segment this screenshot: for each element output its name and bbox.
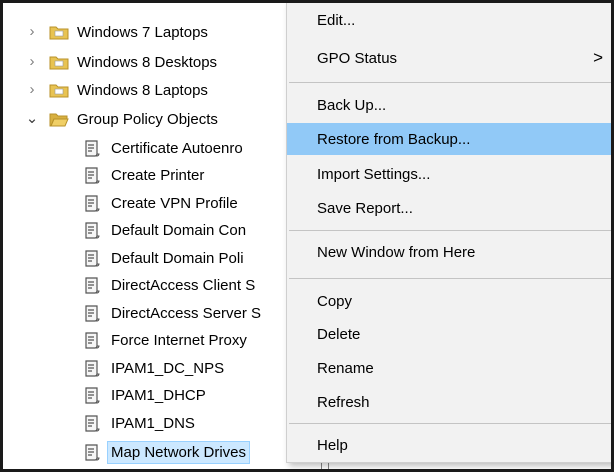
tree-item-gpo[interactable]: Create VPN Profile: [83, 188, 238, 218]
gpo-scroll-icon: [85, 277, 100, 294]
menu-item-new-window-from-here[interactable]: New Window from Here: [287, 236, 611, 268]
tree-item-label: Default Domain Con: [111, 221, 247, 239]
tree-item-label: Windows 7 Laptops: [77, 23, 208, 41]
tree-item-label: Map Network Drives: [106, 440, 251, 464]
gpo-scroll-icon: [85, 195, 100, 212]
tree-item-label: Certificate Autoenro: [111, 139, 243, 157]
menu-item-label: Help: [317, 436, 348, 454]
tree-item-label: Windows 8 Desktops: [77, 53, 218, 71]
menu-item-back-up[interactable]: Back Up...: [287, 89, 611, 121]
tree-item-gpo[interactable]: IPAM1_DNS: [83, 408, 195, 438]
tree-item-label: IPAM1_DHCP: [111, 386, 206, 404]
context-menu: Edit... GPO Status > Back Up... Restore …: [286, 3, 611, 463]
tree-item-windows-8-desktops[interactable]: › Windows 8 Desktops: [25, 47, 218, 77]
gpo-scroll-icon: [85, 305, 100, 322]
tree-item-gpo[interactable]: DirectAccess Client S: [83, 270, 255, 300]
menu-separator: [289, 278, 611, 279]
tree-item-gpo[interactable]: Certificate Autoenro: [83, 133, 243, 163]
menu-item-label: Edit...: [317, 11, 356, 29]
gpo-scroll-icon: [85, 140, 100, 157]
menu-separator: [289, 423, 611, 424]
tree-item-label: DirectAccess Client S: [111, 276, 256, 294]
tree-item-gpo-selected[interactable]: Map Network Drives: [83, 437, 251, 467]
folder-icon: [49, 56, 69, 70]
tree-item-gpo[interactable]: IPAM1_DC_NPS: [83, 353, 224, 383]
gpo-scroll-icon: [85, 167, 100, 184]
tree-item-label: Create VPN Profile: [111, 194, 238, 212]
menu-item-restore-from-backup[interactable]: Restore from Backup...: [287, 123, 611, 155]
tree-item-gpo[interactable]: Default Domain Con: [83, 215, 246, 245]
tree-item-label: Force Internet Proxy: [111, 331, 247, 349]
menu-item-label: GPO Status: [317, 49, 398, 67]
tree-item-label: Group Policy Objects: [77, 110, 218, 128]
menu-item-label: Refresh: [317, 393, 370, 411]
menu-item-label: Back Up...: [317, 96, 387, 114]
chevron-right-icon[interactable]: ›: [25, 54, 39, 69]
gpo-scroll-icon: [85, 332, 100, 349]
tree-item-label: Create Printer: [111, 166, 205, 184]
gpo-scroll-icon: [85, 444, 100, 461]
gpo-scroll-icon: [85, 250, 100, 267]
menu-item-label: Rename: [317, 359, 374, 377]
gpo-scroll-icon: [85, 222, 100, 239]
folder-icon: [49, 84, 69, 98]
tree-item-label: Default Domain Poli: [111, 249, 244, 267]
menu-item-delete[interactable]: Delete: [287, 318, 611, 350]
menu-item-help[interactable]: Help: [287, 429, 611, 461]
menu-item-rename[interactable]: Rename: [287, 352, 611, 384]
tree-item-gpo[interactable]: Default Domain Poli: [83, 243, 244, 273]
menu-item-refresh[interactable]: Refresh: [287, 386, 611, 418]
tree-item-gpo[interactable]: Force Internet Proxy: [83, 325, 247, 355]
tree-item-label: IPAM1_DNS: [111, 414, 195, 432]
submenu-arrow-icon: >: [593, 48, 603, 67]
menu-item-label: Save Report...: [317, 199, 413, 217]
tree-item-gpo[interactable]: DirectAccess Server S: [83, 298, 261, 328]
menu-item-label: Copy: [317, 292, 353, 310]
gpo-scroll-icon: [85, 415, 100, 432]
menu-separator: [289, 230, 611, 231]
folder-open-icon: [49, 113, 69, 127]
menu-item-copy[interactable]: Copy: [287, 285, 611, 317]
tree-item-label: Windows 8 Laptops: [77, 81, 208, 99]
folder-icon: [49, 26, 69, 40]
tree-item-label: DirectAccess Server S: [111, 304, 262, 322]
chevron-down-icon[interactable]: ⌄: [25, 111, 39, 126]
menu-item-import-settings[interactable]: Import Settings...: [287, 158, 611, 190]
tree-item-gpo[interactable]: Create Printer: [83, 160, 204, 190]
gpo-scroll-icon: [85, 360, 100, 377]
chevron-right-icon[interactable]: ›: [25, 82, 39, 97]
tree-item-windows-7-laptops[interactable]: › Windows 7 Laptops: [25, 17, 208, 47]
menu-item-label: Restore from Backup...: [317, 130, 471, 148]
menu-item-edit[interactable]: Edit...: [287, 4, 611, 36]
menu-item-label: New Window from Here: [317, 243, 476, 261]
menu-item-label: Import Settings...: [317, 165, 431, 183]
tree-item-label: IPAM1_DC_NPS: [111, 359, 225, 377]
gpo-tree: › Windows 7 Laptops › Windows 8 Desktops…: [3, 3, 329, 469]
menu-separator: [289, 82, 611, 83]
menu-item-gpo-status[interactable]: GPO Status >: [287, 42, 611, 74]
tree-item-group-policy-objects[interactable]: ⌄ Group Policy Objects: [25, 104, 218, 134]
chevron-right-icon[interactable]: ›: [25, 24, 39, 39]
menu-item-save-report[interactable]: Save Report...: [287, 192, 611, 224]
menu-item-label: Delete: [317, 325, 361, 343]
gpmc-window: › Windows 7 Laptops › Windows 8 Desktops…: [0, 0, 614, 472]
tree-item-windows-8-laptops[interactable]: › Windows 8 Laptops: [25, 75, 208, 105]
gpo-scroll-icon: [85, 387, 100, 404]
tree-item-gpo[interactable]: IPAM1_DHCP: [83, 380, 206, 410]
